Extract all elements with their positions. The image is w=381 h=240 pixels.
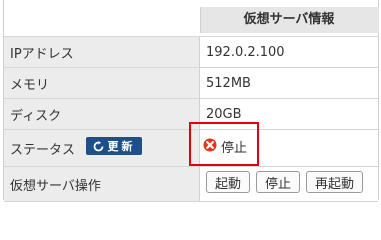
label-cell: メモリ [4, 68, 200, 98]
row-server-operations: 仮想サーバ操作 起動 停止 再起動 [4, 166, 378, 202]
refresh-label: 更新 [107, 140, 136, 153]
server-info-panel: 仮想サーバ情報 IPアドレス 192.0.2.100 メモリ 512MB ディス… [3, 0, 379, 202]
value-cell: 起動 停止 再起動 [200, 167, 378, 201]
value-cell: 512MB [200, 68, 378, 98]
row-ip-address: IPアドレス 192.0.2.100 [4, 36, 378, 67]
disk-label: ディスク [10, 108, 62, 124]
panel-title: 仮想サーバ情報 [243, 12, 335, 27]
start-button[interactable]: 起動 [206, 171, 251, 193]
label-cell: IPアドレス [4, 37, 200, 67]
ip-address-value: 192.0.2.100 [206, 44, 285, 60]
label-cell: ディスク [4, 99, 200, 129]
refresh-icon [93, 140, 103, 151]
refresh-button[interactable]: 更新 [86, 137, 142, 155]
status-highlight: 停止 [189, 122, 259, 166]
label-cell: 仮想サーバ操作 [4, 167, 200, 201]
ip-address-label: IPアドレス [10, 46, 74, 62]
memory-label: メモリ [10, 77, 50, 93]
panel-header: 仮想サーバ情報 [4, 0, 379, 36]
error-icon [203, 138, 217, 152]
operations-label: 仮想サーバ操作 [10, 178, 101, 194]
memory-value: 512MB [206, 75, 251, 91]
label-cell: ステータス 更新 [4, 130, 200, 166]
status-label: ステータス [10, 142, 76, 158]
status-value: 停止 [221, 141, 248, 156]
row-memory: メモリ 512MB [4, 67, 378, 98]
stop-button[interactable]: 停止 [256, 171, 301, 193]
operation-buttons: 起動 停止 再起動 [206, 171, 364, 193]
value-cell: 192.0.2.100 [200, 37, 378, 67]
restart-button[interactable]: 再起動 [306, 171, 364, 193]
